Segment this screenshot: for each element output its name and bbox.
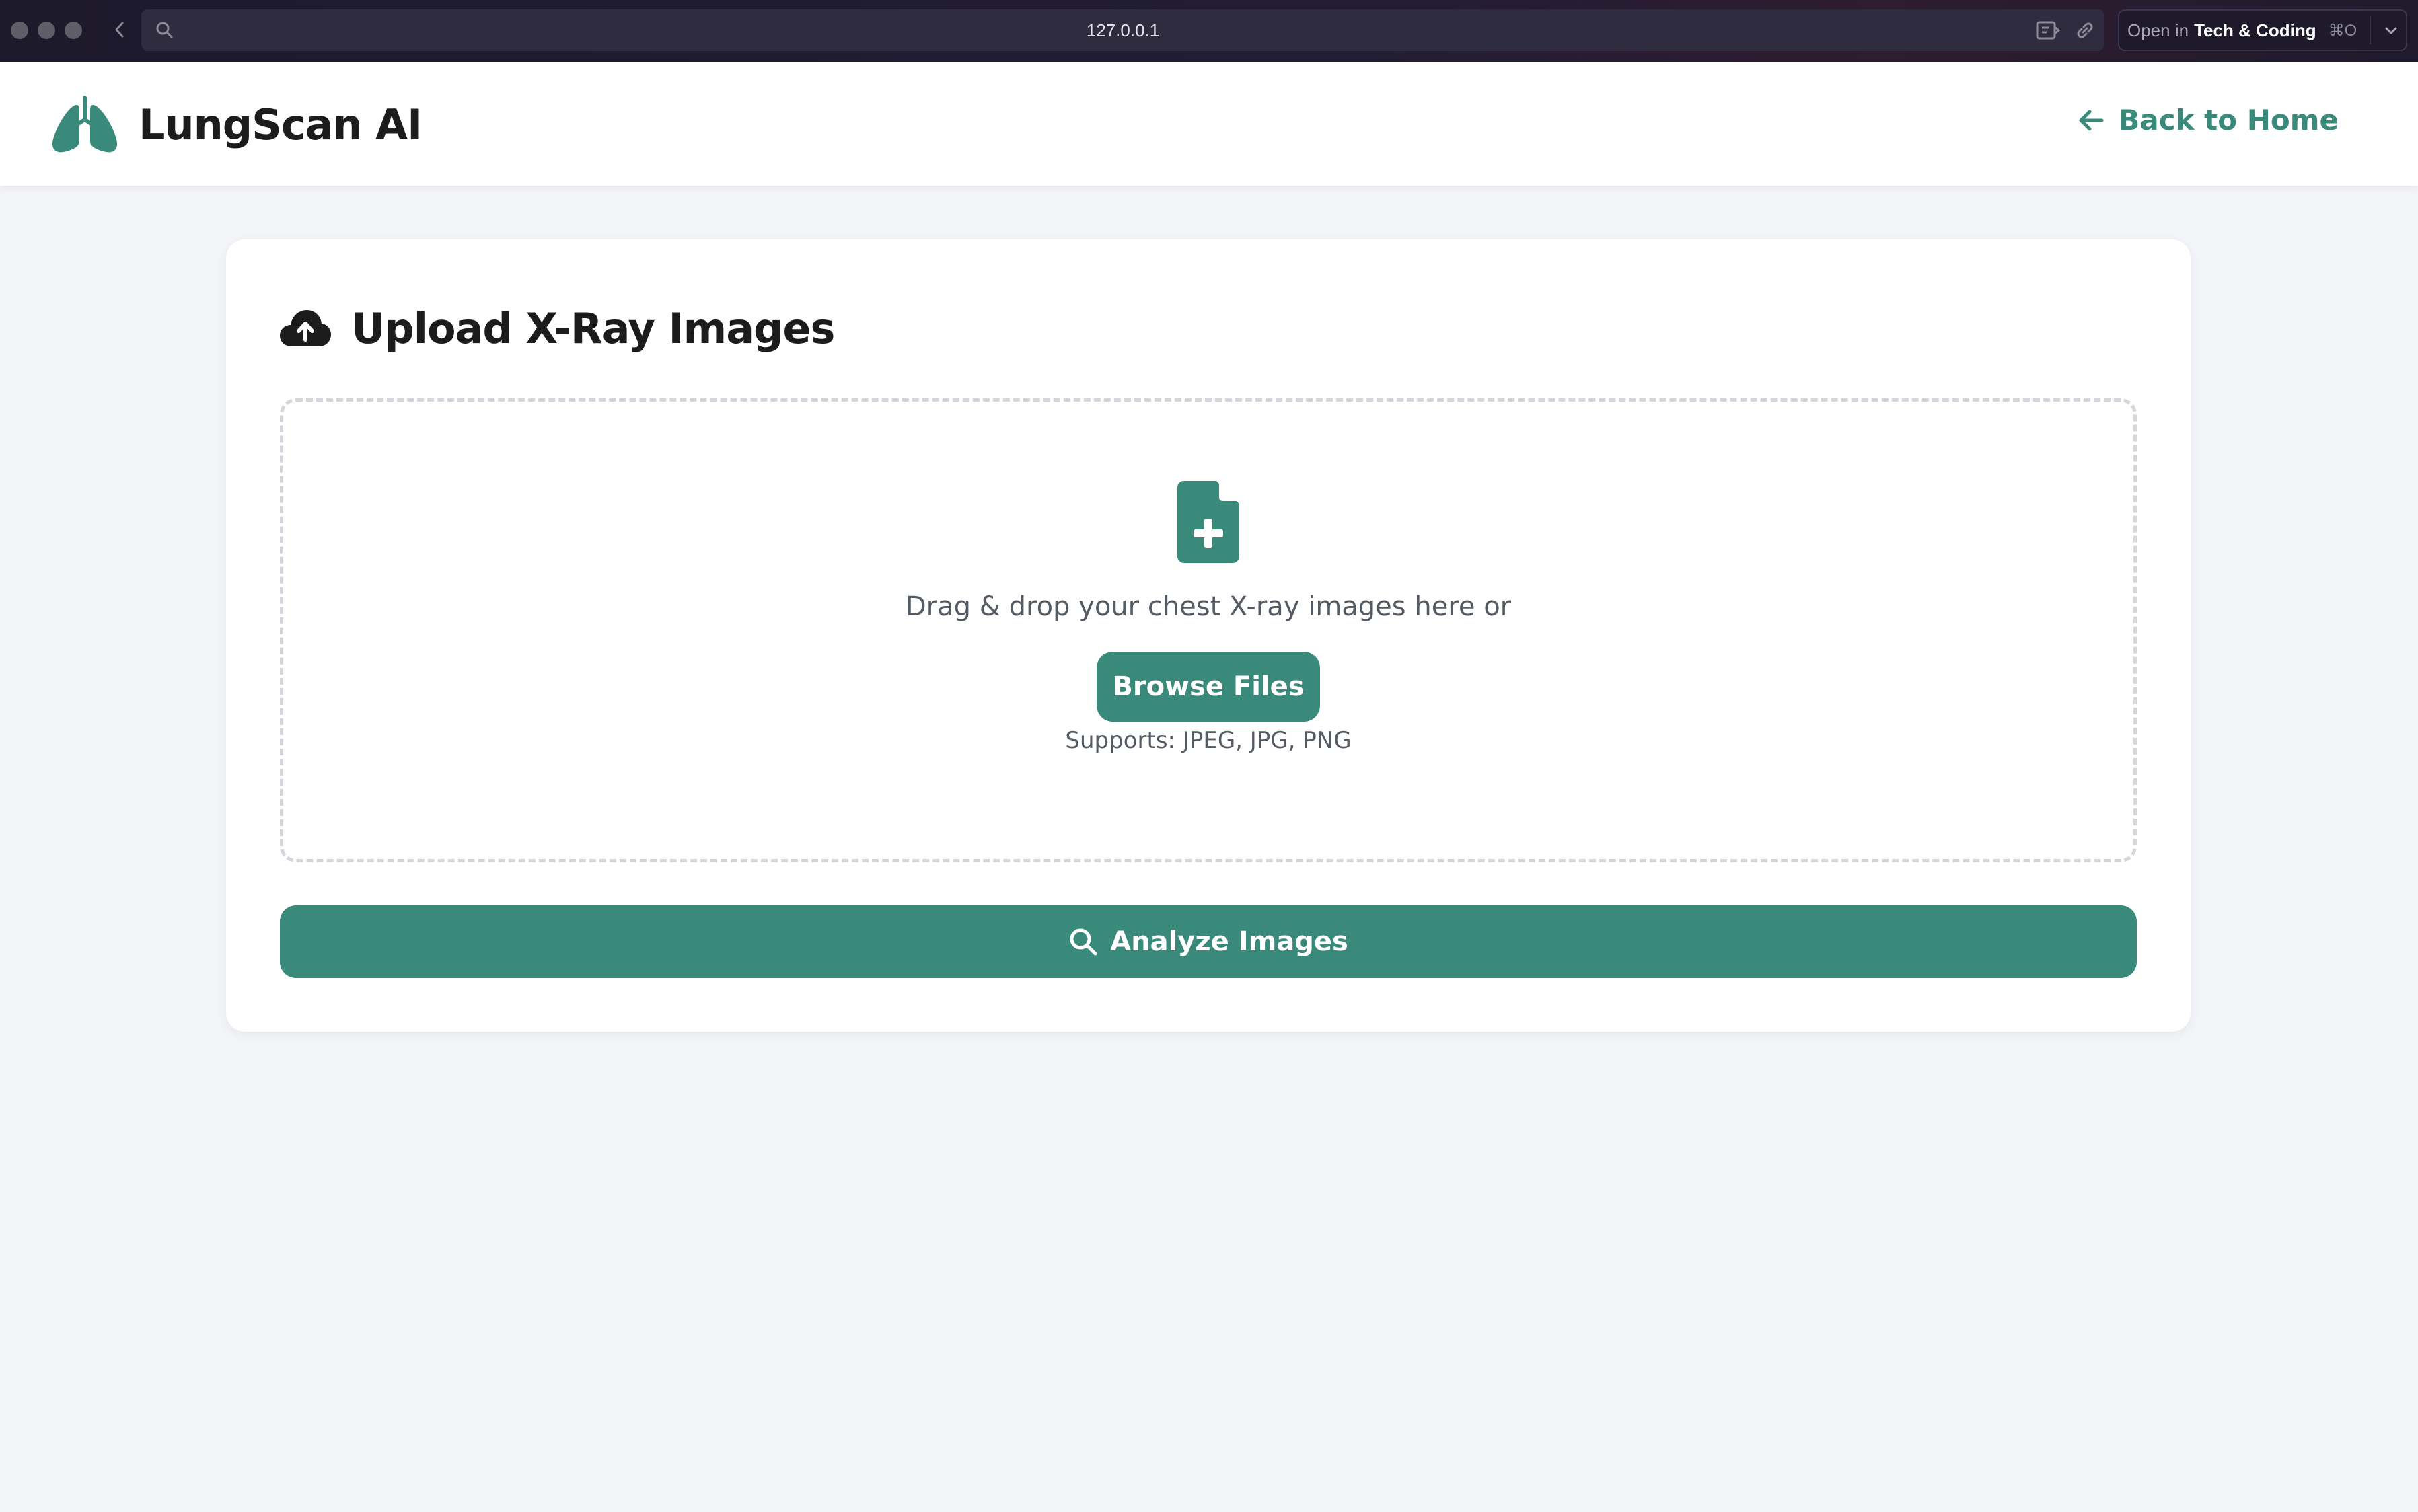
browser-back-button[interactable] — [105, 15, 135, 44]
open-in-shortcut: ⌘O — [2328, 21, 2357, 40]
address-bar[interactable]: 127.0.0.1 — [141, 9, 2104, 51]
close-window-button[interactable] — [11, 22, 28, 39]
analyze-images-button[interactable]: Analyze Images — [280, 905, 2137, 978]
app-header: LungScan AI Back to Home — [0, 62, 2418, 186]
lungs-icon — [52, 96, 118, 153]
upload-card: Upload X-Ray Images Drag & drop your che… — [226, 239, 2191, 1032]
link-icon[interactable] — [2074, 19, 2096, 42]
drop-instructions: Drag & drop your chest X-ray images here… — [905, 591, 1512, 622]
arrow-left-icon — [2079, 110, 2104, 130]
brand[interactable]: LungScan AI — [50, 96, 423, 153]
file-plus-icon — [1177, 481, 1239, 563]
search-icon — [156, 22, 173, 38]
zoom-window-button[interactable] — [65, 22, 82, 39]
chevron-down-icon[interactable] — [2383, 23, 2399, 39]
search-icon — [1070, 928, 1097, 956]
back-to-home-label: Back to Home — [2118, 104, 2339, 137]
analyze-images-label: Analyze Images — [1110, 926, 1348, 957]
reader-mode-icon[interactable] — [2035, 19, 2061, 42]
brand-name: LungScan AI — [139, 100, 423, 149]
minimize-window-button[interactable] — [38, 22, 55, 39]
supported-formats: Supports: JPEG, JPG, PNG — [1065, 727, 1352, 754]
upload-title: Upload X-Ray Images — [280, 304, 835, 353]
upload-title-text: Upload X-Ray Images — [351, 304, 835, 353]
open-in-prefix: Open in — [2127, 20, 2189, 40]
drop-zone[interactable]: Drag & drop your chest X-ray images here… — [280, 398, 2137, 862]
cloud-upload-icon — [280, 309, 331, 346]
url-text: 127.0.0.1 — [1086, 20, 1160, 40]
open-in-button[interactable]: Open in Tech & Coding ⌘O — [2118, 9, 2407, 51]
browse-files-button[interactable]: Browse Files — [1097, 652, 1320, 722]
window-controls — [11, 22, 82, 39]
chevron-left-icon — [115, 22, 124, 38]
open-in-target: Tech & Coding — [2194, 20, 2316, 40]
browser-toolbar: 127.0.0.1 Open in Tech & Coding ⌘O — [0, 0, 2418, 62]
back-to-home-link[interactable]: Back to Home — [2078, 104, 2339, 137]
open-in-divider — [2370, 16, 2371, 44]
